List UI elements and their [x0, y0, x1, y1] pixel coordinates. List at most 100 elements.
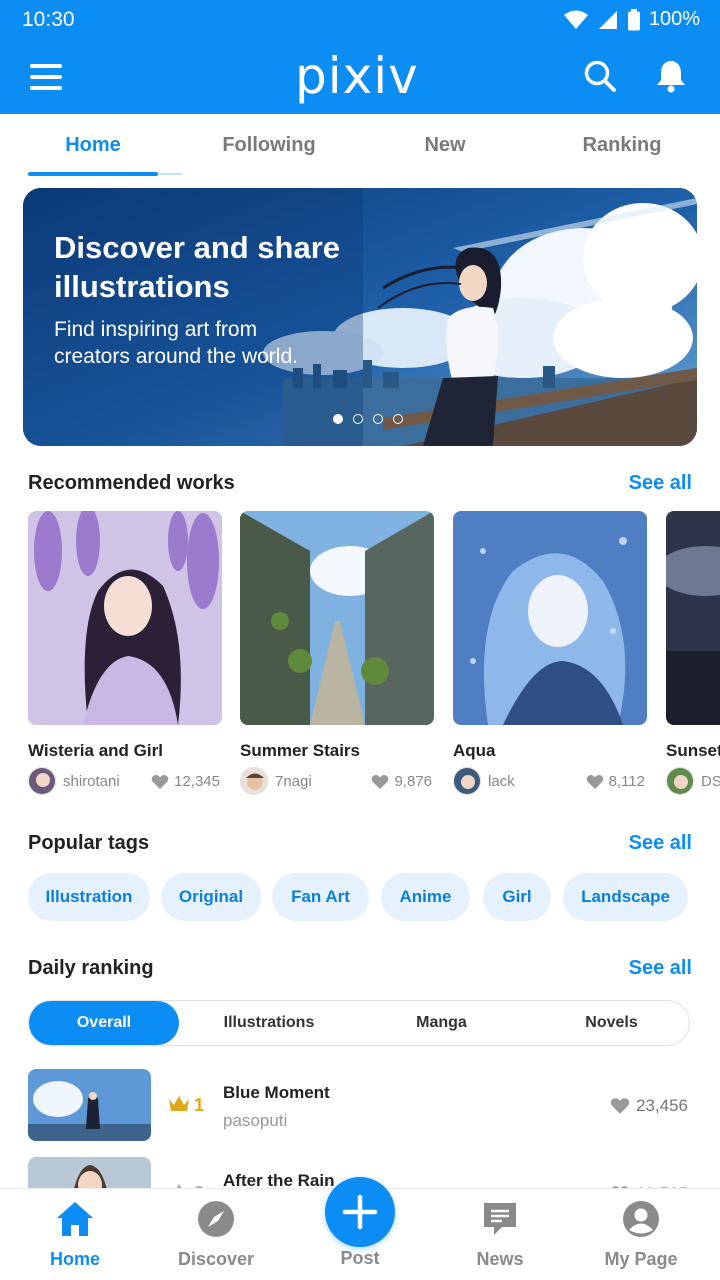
nav-news-label: News	[476, 1249, 524, 1269]
ranking-see-all[interactable]: See all	[629, 957, 692, 980]
tab-indicator-trail	[158, 173, 182, 175]
ranking-author[interactable]: pasoputi	[223, 1111, 287, 1131]
tab-following[interactable]: Following	[204, 134, 334, 157]
author-avatar[interactable]	[453, 767, 481, 795]
ranking-title: Blue Moment	[223, 1083, 330, 1102]
heart-icon	[151, 774, 169, 789]
tag-chip[interactable]: Illustration	[28, 873, 150, 921]
status-icons: 100%	[563, 8, 700, 31]
work-thumbnail	[240, 511, 434, 725]
heart-icon	[610, 1098, 630, 1114]
heart-icon	[586, 774, 603, 789]
status-bar: 10:30 100%	[0, 0, 720, 40]
work-card[interactable]: Summer Stairs 7nagi 9,876	[240, 511, 434, 801]
status-time: 10:30	[22, 8, 75, 31]
bell-icon[interactable]	[653, 58, 689, 94]
nav-discover[interactable]: Discover	[161, 1199, 271, 1277]
crown-icon	[169, 1096, 189, 1111]
segment-manga[interactable]: Manga	[359, 1001, 524, 1045]
work-author[interactable]: DS	[701, 773, 720, 790]
tab-new[interactable]: New	[380, 134, 510, 157]
work-author[interactable]: 7nagi	[275, 773, 312, 790]
search-icon[interactable]	[582, 58, 618, 94]
tag-chip[interactable]: Original	[161, 873, 261, 921]
work-card[interactable]: Sunset DS	[666, 511, 720, 801]
segment-novels[interactable]: Novels	[529, 1001, 694, 1045]
work-likes: 9,876	[371, 773, 432, 790]
likes-count: 12,345	[174, 773, 220, 790]
profile-icon	[623, 1201, 659, 1237]
daily-ranking-title: Daily ranking	[28, 957, 154, 979]
ranking-row[interactable]: 1 Blue Moment pasoputi 23,456	[28, 1069, 692, 1143]
pixiv-logo: pixiv	[295, 47, 419, 105]
likes-count: 8,112	[608, 773, 645, 790]
work-author[interactable]: lack	[488, 773, 515, 790]
nav-discover-label: Discover	[177, 1249, 255, 1269]
work-title: Sunset	[666, 741, 720, 760]
app-bar: 10:30 100% pixiv	[0, 0, 720, 114]
hero-subtitle: Find inspiring art from creators around …	[54, 318, 298, 368]
work-card[interactable]: Aqua lack 8,112	[453, 511, 647, 801]
work-author[interactable]: shirotani	[63, 773, 120, 790]
battery-percent: 100%	[648, 8, 700, 30]
post-button[interactable]	[325, 1177, 395, 1247]
carousel-dot[interactable]	[373, 414, 383, 424]
work-meta: lack 8,112	[453, 767, 647, 797]
popular-tags-title: Popular tags	[28, 832, 150, 854]
work-likes: 8,112	[586, 773, 645, 790]
tab-ranking[interactable]: Ranking	[557, 134, 687, 157]
hero-banner[interactable]: Discover and share illustrations Find in…	[23, 188, 697, 446]
top-tabs: Home Following New Ranking	[0, 114, 720, 176]
work-title: Wisteria and Girl	[28, 741, 163, 760]
work-meta: DS	[666, 767, 720, 797]
tags-see-all[interactable]: See all	[629, 832, 692, 855]
likes-count: 23,456	[636, 1096, 688, 1115]
news-icon	[484, 1203, 516, 1235]
toolbar: pixiv	[0, 40, 720, 114]
tag-chip[interactable]: Anime	[381, 873, 470, 921]
likes-count: 9,876	[394, 773, 432, 790]
wifi-icon	[563, 10, 588, 29]
heart-icon	[372, 774, 389, 789]
work-thumbnail	[28, 511, 222, 725]
work-card[interactable]: Wisteria and Girl shirotani 12,345	[28, 511, 222, 801]
author-avatar[interactable]	[666, 767, 694, 795]
tag-chip[interactable]: Girl	[483, 873, 551, 921]
signal-icon	[598, 10, 617, 29]
carousel-dot[interactable]	[393, 414, 403, 424]
author-avatar[interactable]	[240, 767, 268, 795]
tag-chip[interactable]: Landscape	[563, 873, 688, 921]
compass-icon	[198, 1201, 234, 1237]
nav-home[interactable]: Home	[20, 1199, 130, 1277]
menu-icon[interactable]	[30, 64, 62, 90]
recommended-see-all[interactable]: See all	[629, 472, 692, 495]
recommended-title: Recommended works	[28, 472, 235, 494]
plus-icon	[342, 1194, 378, 1230]
tag-list: Illustration Original Fan Art Anime Girl…	[28, 873, 720, 921]
work-thumbnail	[666, 511, 720, 725]
active-tab-indicator	[28, 172, 158, 176]
author-avatar[interactable]	[28, 767, 56, 795]
ranking-segmented-control: Overall Illustrations Manga Novels	[28, 1000, 690, 1046]
rank-number: 1	[194, 1095, 205, 1115]
work-likes: 12,345	[151, 773, 220, 790]
work-thumbnail	[453, 511, 647, 725]
segment-overall[interactable]: Overall	[29, 1001, 179, 1045]
work-meta: shirotani 12,345	[28, 767, 222, 797]
carousel-dot[interactable]	[353, 414, 363, 424]
nav-home-label: Home	[49, 1249, 100, 1269]
work-meta: 7nagi 9,876	[240, 767, 434, 797]
carousel-dots	[333, 414, 403, 424]
nav-news[interactable]: News	[445, 1199, 555, 1277]
nav-my-page-label: My Page	[604, 1249, 678, 1269]
tag-chip[interactable]: Fan Art	[272, 873, 369, 921]
tab-home[interactable]: Home	[28, 134, 158, 157]
hero-title: Discover and share illustrations	[54, 230, 341, 304]
ranking-likes: 23,456	[610, 1096, 688, 1116]
nav-my-page[interactable]: My Page	[586, 1199, 696, 1277]
segment-illustrations[interactable]: Illustrations	[184, 1001, 354, 1045]
battery-icon	[627, 8, 640, 30]
carousel-dot[interactable]	[333, 414, 343, 424]
recommended-carousel: Wisteria and Girl shirotani 12,345 Summe…	[28, 511, 720, 801]
work-title: Summer Stairs	[240, 741, 360, 760]
